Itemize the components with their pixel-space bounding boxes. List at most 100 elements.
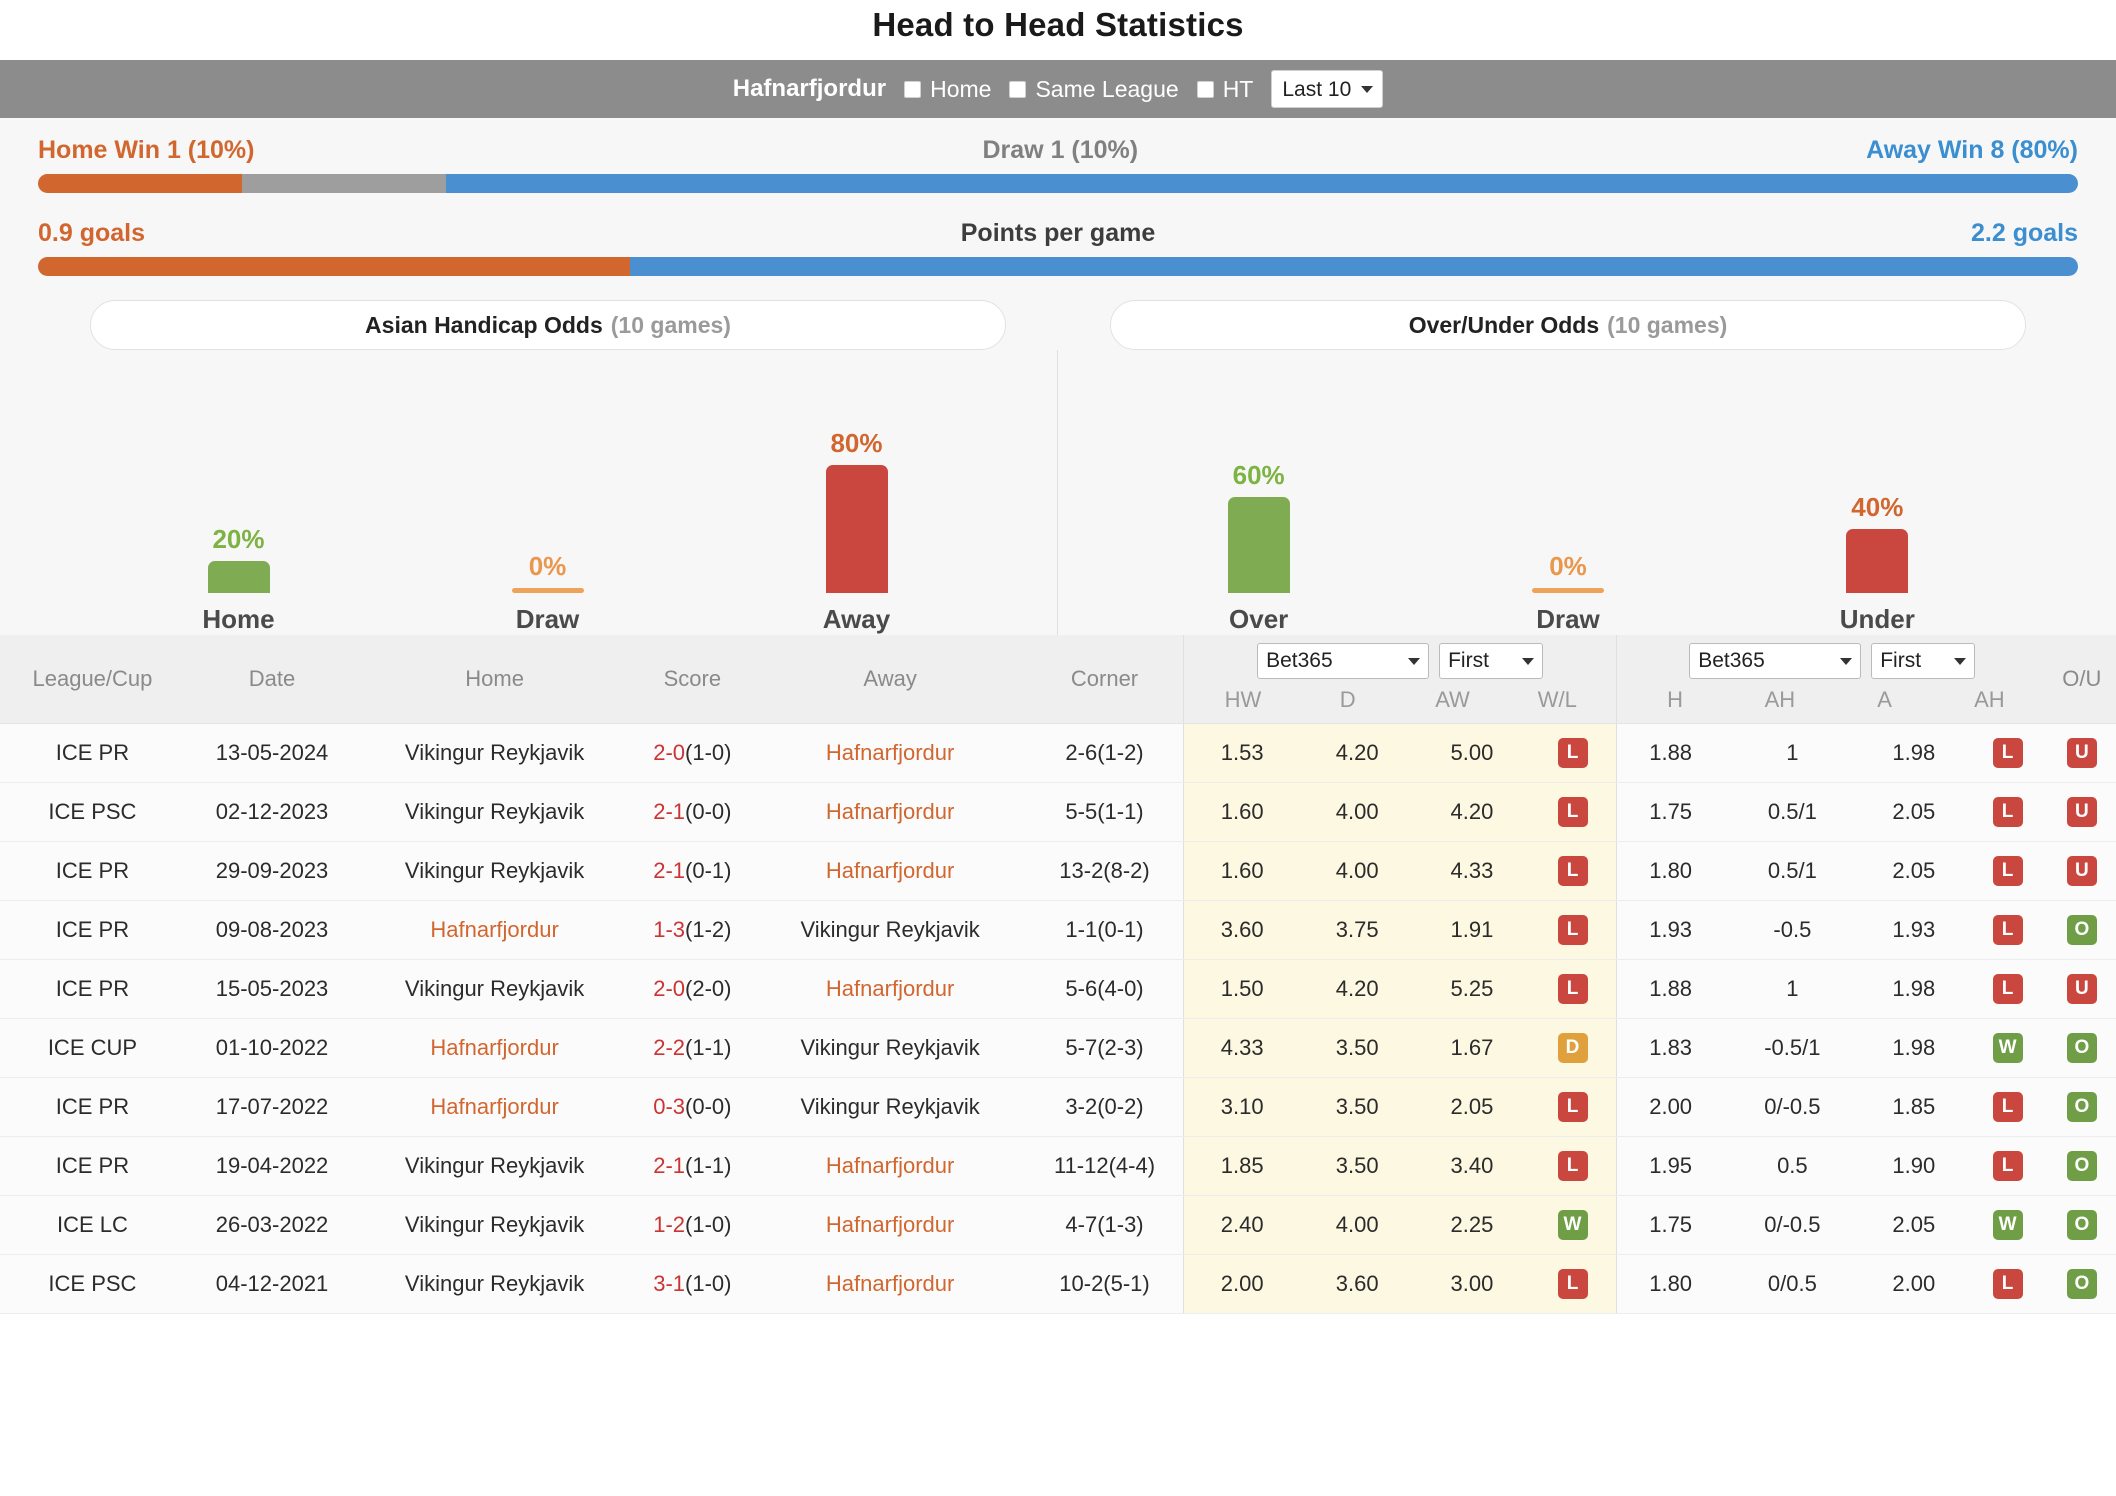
col-score[interactable]: Score bbox=[630, 635, 755, 724]
cell-away-team: Hafnarfjordur bbox=[754, 1195, 1026, 1255]
status-badge: O bbox=[2066, 1151, 2097, 1181]
subcol-aw: AW bbox=[1435, 687, 1470, 712]
cell-score: 1-3(1-2) bbox=[630, 900, 755, 960]
cell-corner: 10-2(5-1) bbox=[1025, 1254, 1184, 1314]
col-corner[interactable]: Corner bbox=[1025, 635, 1184, 724]
table-row[interactable]: ICE LC 26-03-2022 Vikingur Reykjavik 1-2(1-… bbox=[0, 1195, 2116, 1255]
col-over-under[interactable]: O/U bbox=[2047, 635, 2116, 724]
cell-away-team: Vikingur Reykjavik bbox=[754, 900, 1026, 960]
chevron-down-icon bbox=[1522, 657, 1535, 665]
cell-score: 2-1(1-1) bbox=[630, 1136, 755, 1196]
filter-team-name: Hafnarfjordur bbox=[732, 75, 887, 102]
table-row[interactable]: ICE PR 15-05-2023 Vikingur Reykjavik 2-0(2-… bbox=[0, 959, 2116, 1019]
winrate-bar-draw-segment bbox=[242, 174, 446, 193]
chart-bar-value: 40% bbox=[1851, 492, 1904, 522]
group1-timing-value: First bbox=[1448, 649, 1489, 672]
col-league-cup[interactable]: League/Cup bbox=[0, 635, 185, 724]
group2-timing-select[interactable]: First bbox=[1871, 643, 1976, 679]
cell-home-team: Vikingur Reykjavik bbox=[359, 959, 631, 1019]
page-root: Head to Head Statistics Hafnarfjordur Ho… bbox=[0, 0, 2116, 1314]
cell-league: ICE LC bbox=[0, 1195, 185, 1255]
status-badge: U bbox=[2066, 738, 2097, 768]
asian-handicap-odds-header[interactable]: Asian Handicap Odds (10 games) bbox=[90, 300, 1006, 350]
status-badge: L bbox=[1557, 856, 1588, 886]
checkbox-home[interactable]: Home bbox=[904, 76, 991, 103]
cell-aw: 4.33 bbox=[1414, 841, 1530, 901]
cell-home-team: Vikingur Reykjavik bbox=[359, 1254, 631, 1314]
col-away[interactable]: Away bbox=[754, 635, 1026, 724]
h2h-table-body: ICE PR 13-05-2024 Vikingur Reykjavik 2-0(1-… bbox=[0, 723, 2116, 1314]
subcol-wl: W/L bbox=[1537, 687, 1577, 712]
cell-over-under-badge: O bbox=[2047, 1136, 2116, 1196]
checkbox-home-box[interactable] bbox=[904, 80, 922, 98]
group1-bookmaker-select[interactable]: Bet365 bbox=[1257, 643, 1430, 679]
cell-handicap-line-1: 0.5/1 bbox=[1724, 841, 1861, 901]
cell-date: 01-10-2022 bbox=[184, 1018, 360, 1078]
asian-handicap-odds-games: (10 games) bbox=[610, 311, 731, 338]
cell-wl-badge: L bbox=[1529, 1254, 1617, 1314]
cell-handicap-line-1: 1 bbox=[1724, 959, 1861, 1019]
col-group-handicap-odds: Bet365 First H AH A AH bbox=[1615, 635, 2048, 724]
chevron-down-icon bbox=[1361, 85, 1374, 93]
cell-handicap-away: 1.93 bbox=[1860, 900, 1968, 960]
cell-league: ICE PR bbox=[0, 841, 185, 901]
range-select[interactable]: Last 10 bbox=[1271, 70, 1384, 108]
checkbox-ht-box[interactable] bbox=[1196, 80, 1214, 98]
cell-handicap-line-1: 0/0.5 bbox=[1724, 1254, 1861, 1314]
col-home[interactable]: Home bbox=[359, 635, 631, 724]
group2-bookmaker-select[interactable]: Bet365 bbox=[1689, 643, 1862, 679]
cell-league: ICE PR bbox=[0, 900, 185, 960]
cell-score: 0-3(0-0) bbox=[630, 1077, 755, 1137]
cell-draw-odds: 4.20 bbox=[1299, 959, 1415, 1019]
table-row[interactable]: ICE PR 17-07-2022 Hafnarfjordur 0-3(0-0) Vik… bbox=[0, 1077, 2116, 1137]
cell-wl-badge: L bbox=[1529, 841, 1617, 901]
cell-handicap-line-1: -0.5 bbox=[1724, 900, 1861, 960]
table-row[interactable]: ICE PSC 04-12-2021 Vikingur Reykjavik 3-1(1… bbox=[0, 1254, 2116, 1314]
over-under-odds-header[interactable]: Over/Under Odds (10 games) bbox=[1110, 300, 2026, 350]
checkbox-ht[interactable]: HT bbox=[1196, 76, 1253, 103]
cell-over-under-badge: U bbox=[2047, 723, 2116, 783]
chart-bar-rect bbox=[1846, 529, 1909, 593]
status-badge: W bbox=[1992, 1210, 2023, 1240]
page-title: Head to Head Statistics bbox=[872, 6, 1244, 43]
cell-corner: 3-2(0-2) bbox=[1025, 1077, 1184, 1137]
cell-handicap-away: 1.98 bbox=[1860, 959, 1968, 1019]
cell-draw-odds: 4.00 bbox=[1299, 841, 1415, 901]
table-row[interactable]: ICE PSC 02-12-2023 Vikingur Reykjavik 2-1(0… bbox=[0, 782, 2116, 842]
table-row[interactable]: ICE PR 13-05-2024 Vikingur Reykjavik 2-0(1-… bbox=[0, 723, 2116, 783]
checkbox-same-league-box[interactable] bbox=[1009, 80, 1027, 98]
cell-league: ICE PR bbox=[0, 1136, 185, 1196]
cell-date: 19-04-2022 bbox=[184, 1136, 360, 1196]
cell-wl-badge: L bbox=[1529, 900, 1617, 960]
table-row[interactable]: ICE PR 09-08-2023 Hafnarfjordur 1-3(1-2) Vik… bbox=[0, 900, 2116, 960]
chart-bar-rect bbox=[1227, 497, 1290, 593]
cell-over-under-badge: O bbox=[2047, 1077, 2116, 1137]
table-row[interactable]: ICE PR 19-04-2022 Vikingur Reykjavik 2-1(1-… bbox=[0, 1136, 2116, 1196]
cell-date: 09-08-2023 bbox=[184, 900, 360, 960]
group1-timing-select[interactable]: First bbox=[1439, 643, 1544, 679]
cell-handicap-line-1: 1 bbox=[1724, 723, 1861, 783]
cell-handicap-home: 1.75 bbox=[1615, 1195, 1725, 1255]
chart-bar-rect bbox=[511, 588, 584, 593]
table-row[interactable]: ICE CUP 01-10-2022 Hafnarfjordur 2-2(1-1) Vi… bbox=[0, 1018, 2116, 1078]
cell-handicap-home: 1.88 bbox=[1615, 723, 1725, 783]
cell-away-team: Hafnarfjordur bbox=[754, 1254, 1026, 1314]
checkbox-same-league[interactable]: Same League bbox=[1009, 76, 1179, 103]
chart-bar-draw: 0% Draw bbox=[473, 350, 623, 635]
cell-over-under-badge: O bbox=[2047, 1254, 2116, 1314]
cell-aw: 5.25 bbox=[1414, 959, 1530, 1019]
cell-home-team: Hafnarfjordur bbox=[359, 1018, 631, 1078]
over-under-chart: 60% Over 0% Draw 40% Under bbox=[1058, 350, 2078, 635]
ppg-bar-home-segment bbox=[38, 257, 630, 276]
cell-draw-odds: 3.50 bbox=[1299, 1018, 1415, 1078]
cell-date: 02-12-2023 bbox=[184, 782, 360, 842]
chart-bar-rect bbox=[825, 465, 888, 593]
chart-bar-label: Draw bbox=[515, 604, 580, 634]
cell-score: 2-2(1-1) bbox=[630, 1018, 755, 1078]
table-row[interactable]: ICE PR 29-09-2023 Vikingur Reykjavik 2-1(0-… bbox=[0, 841, 2116, 901]
cell-handicap-result-badge: L bbox=[1967, 782, 2048, 842]
cell-aw: 2.25 bbox=[1414, 1195, 1530, 1255]
over-under-odds-title: Over/Under Odds bbox=[1408, 311, 1600, 338]
chevron-down-icon bbox=[1408, 657, 1421, 665]
col-date[interactable]: Date bbox=[184, 635, 360, 724]
